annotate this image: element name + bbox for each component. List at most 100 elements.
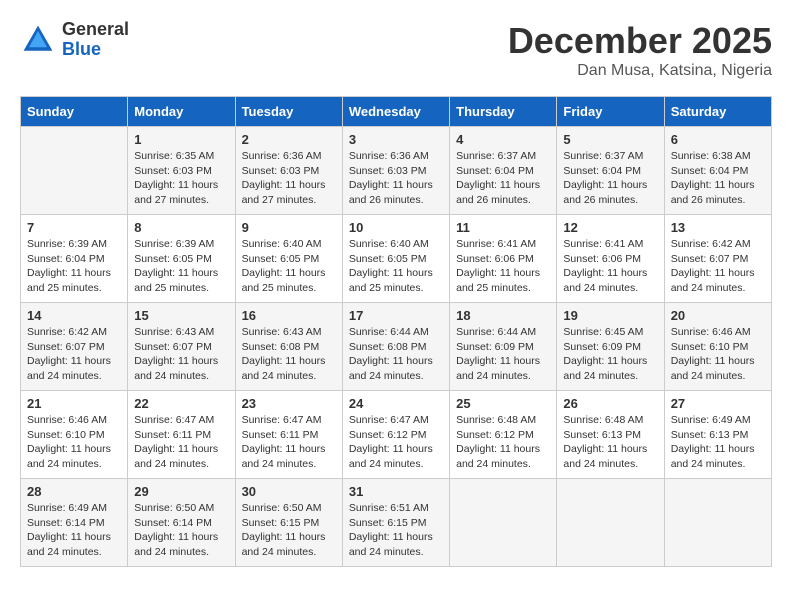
day-number: 9 — [242, 220, 336, 235]
calendar-week-4: 21Sunrise: 6:46 AMSunset: 6:10 PMDayligh… — [21, 391, 772, 479]
calendar-cell: 26 Sunrise: 6:48 AMSunset: 6:13 PMDayligh… — [557, 391, 664, 479]
calendar-cell — [450, 479, 557, 567]
cell-info: Sunrise: 6:43 AMSunset: 6:07 PMDaylight:… — [134, 325, 228, 384]
day-number: 13 — [671, 220, 765, 235]
calendar-cell: 7 Sunrise: 6:39 AMSunset: 6:04 PMDaylight… — [21, 215, 128, 303]
calendar-cell: 10 Sunrise: 6:40 AMSunset: 6:05 PMDayligh… — [342, 215, 449, 303]
day-number: 5 — [563, 132, 657, 147]
cell-info: Sunrise: 6:50 AMSunset: 6:14 PMDaylight:… — [134, 501, 228, 560]
day-number: 1 — [134, 132, 228, 147]
calendar-cell: 8 Sunrise: 6:39 AMSunset: 6:05 PMDaylight… — [128, 215, 235, 303]
day-number: 30 — [242, 484, 336, 499]
cell-info: Sunrise: 6:40 AMSunset: 6:05 PMDaylight:… — [349, 237, 443, 296]
day-number: 27 — [671, 396, 765, 411]
logo-blue-label: Blue — [62, 40, 129, 60]
calendar-table: SundayMondayTuesdayWednesdayThursdayFrid… — [20, 96, 772, 567]
calendar-cell: 15 Sunrise: 6:43 AMSunset: 6:07 PMDayligh… — [128, 303, 235, 391]
calendar-cell: 19 Sunrise: 6:45 AMSunset: 6:09 PMDayligh… — [557, 303, 664, 391]
day-number: 25 — [456, 396, 550, 411]
weekday-header-wednesday: Wednesday — [342, 97, 449, 127]
calendar-week-1: 1 Sunrise: 6:35 AMSunset: 6:03 PMDaylight… — [21, 127, 772, 215]
calendar-cell: 13 Sunrise: 6:42 AMSunset: 6:07 PMDayligh… — [664, 215, 771, 303]
cell-info: Sunrise: 6:47 AMSunset: 6:11 PMDaylight:… — [242, 413, 336, 472]
day-number: 4 — [456, 132, 550, 147]
day-number: 11 — [456, 220, 550, 235]
weekday-header-sunday: Sunday — [21, 97, 128, 127]
day-number: 17 — [349, 308, 443, 323]
weekday-header-monday: Monday — [128, 97, 235, 127]
cell-info: Sunrise: 6:46 AMSunset: 6:10 PMDaylight:… — [27, 413, 121, 472]
calendar-cell: 31Sunrise: 6:51 AMSunset: 6:15 PMDayligh… — [342, 479, 449, 567]
calendar-cell: 12 Sunrise: 6:41 AMSunset: 6:06 PMDayligh… — [557, 215, 664, 303]
cell-info: Sunrise: 6:37 AMSunset: 6:04 PMDaylight:… — [456, 149, 550, 208]
day-number: 19 — [563, 308, 657, 323]
cell-info: Sunrise: 6:40 AMSunset: 6:05 PMDaylight:… — [242, 237, 336, 296]
cell-info: Sunrise: 6:35 AMSunset: 6:03 PMDaylight:… — [134, 149, 228, 208]
day-number: 14 — [27, 308, 121, 323]
day-number: 12 — [563, 220, 657, 235]
month-title: December 2025 — [508, 20, 772, 62]
calendar-cell: 4 Sunrise: 6:37 AMSunset: 6:04 PMDaylight… — [450, 127, 557, 215]
cell-info: Sunrise: 6:36 AMSunset: 6:03 PMDaylight:… — [242, 149, 336, 208]
day-number: 6 — [671, 132, 765, 147]
cell-info: Sunrise: 6:48 AMSunset: 6:13 PMDaylight:… — [563, 413, 657, 472]
calendar-body: 1 Sunrise: 6:35 AMSunset: 6:03 PMDaylight… — [21, 127, 772, 567]
calendar-cell: 3 Sunrise: 6:36 AMSunset: 6:03 PMDaylight… — [342, 127, 449, 215]
calendar-cell: 29 Sunrise: 6:50 AMSunset: 6:14 PMDayligh… — [128, 479, 235, 567]
calendar-header: SundayMondayTuesdayWednesdayThursdayFrid… — [21, 97, 772, 127]
day-number: 16 — [242, 308, 336, 323]
cell-info: Sunrise: 6:42 AMSunset: 6:07 PMDaylight:… — [671, 237, 765, 296]
calendar-cell — [21, 127, 128, 215]
calendar-week-3: 14 Sunrise: 6:42 AMSunset: 6:07 PMDayligh… — [21, 303, 772, 391]
day-number: 23 — [242, 396, 336, 411]
day-number: 15 — [134, 308, 228, 323]
calendar-cell: 28Sunrise: 6:49 AMSunset: 6:14 PMDayligh… — [21, 479, 128, 567]
day-number: 3 — [349, 132, 443, 147]
day-number: 20 — [671, 308, 765, 323]
calendar-cell: 2 Sunrise: 6:36 AMSunset: 6:03 PMDaylight… — [235, 127, 342, 215]
weekday-header-tuesday: Tuesday — [235, 97, 342, 127]
cell-info: Sunrise: 6:39 AMSunset: 6:04 PMDaylight:… — [27, 237, 121, 296]
logo-text: General Blue — [62, 20, 129, 60]
cell-info: Sunrise: 6:38 AMSunset: 6:04 PMDaylight:… — [671, 149, 765, 208]
day-number: 29 — [134, 484, 228, 499]
logo: General Blue — [20, 20, 129, 60]
cell-info: Sunrise: 6:41 AMSunset: 6:06 PMDaylight:… — [563, 237, 657, 296]
calendar-cell: 18Sunrise: 6:44 AMSunset: 6:09 PMDayligh… — [450, 303, 557, 391]
day-number: 7 — [27, 220, 121, 235]
header: General Blue December 2025 Dan Musa, Kat… — [20, 20, 772, 80]
calendar-cell: 14 Sunrise: 6:42 AMSunset: 6:07 PMDayligh… — [21, 303, 128, 391]
cell-info: Sunrise: 6:49 AMSunset: 6:14 PMDaylight:… — [27, 501, 121, 560]
day-number: 24 — [349, 396, 443, 411]
cell-info: Sunrise: 6:50 AMSunset: 6:15 PMDaylight:… — [242, 501, 336, 560]
cell-info: Sunrise: 6:45 AMSunset: 6:09 PMDaylight:… — [563, 325, 657, 384]
weekday-header-thursday: Thursday — [450, 97, 557, 127]
cell-info: Sunrise: 6:41 AMSunset: 6:06 PMDaylight:… — [456, 237, 550, 296]
day-number: 18 — [456, 308, 550, 323]
calendar-cell: 21Sunrise: 6:46 AMSunset: 6:10 PMDayligh… — [21, 391, 128, 479]
day-number: 22 — [134, 396, 228, 411]
day-number: 26 — [563, 396, 657, 411]
calendar-cell: 22Sunrise: 6:47 AMSunset: 6:11 PMDayligh… — [128, 391, 235, 479]
weekday-header-row: SundayMondayTuesdayWednesdayThursdayFrid… — [21, 97, 772, 127]
cell-info: Sunrise: 6:36 AMSunset: 6:03 PMDaylight:… — [349, 149, 443, 208]
cell-info: Sunrise: 6:42 AMSunset: 6:07 PMDaylight:… — [27, 325, 121, 384]
cell-info: Sunrise: 6:39 AMSunset: 6:05 PMDaylight:… — [134, 237, 228, 296]
cell-info: Sunrise: 6:43 AMSunset: 6:08 PMDaylight:… — [242, 325, 336, 384]
logo-general-label: General — [62, 20, 129, 40]
day-number: 8 — [134, 220, 228, 235]
calendar-cell: 1 Sunrise: 6:35 AMSunset: 6:03 PMDaylight… — [128, 127, 235, 215]
calendar-cell: 30 Sunrise: 6:50 AMSunset: 6:15 PMDayligh… — [235, 479, 342, 567]
cell-info: Sunrise: 6:37 AMSunset: 6:04 PMDaylight:… — [563, 149, 657, 208]
calendar-cell: 17 Sunrise: 6:44 AMSunset: 6:08 PMDayligh… — [342, 303, 449, 391]
weekday-header-saturday: Saturday — [664, 97, 771, 127]
calendar-cell: 9 Sunrise: 6:40 AMSunset: 6:05 PMDaylight… — [235, 215, 342, 303]
calendar-week-2: 7 Sunrise: 6:39 AMSunset: 6:04 PMDaylight… — [21, 215, 772, 303]
day-number: 10 — [349, 220, 443, 235]
title-area: December 2025 Dan Musa, Katsina, Nigeria — [508, 20, 772, 80]
calendar-cell: 24 Sunrise: 6:47 AMSunset: 6:12 PMDayligh… — [342, 391, 449, 479]
cell-info: Sunrise: 6:47 AMSunset: 6:12 PMDaylight:… — [349, 413, 443, 472]
cell-info: Sunrise: 6:44 AMSunset: 6:08 PMDaylight:… — [349, 325, 443, 384]
cell-info: Sunrise: 6:48 AMSunset: 6:12 PMDaylight:… — [456, 413, 550, 472]
day-number: 2 — [242, 132, 336, 147]
